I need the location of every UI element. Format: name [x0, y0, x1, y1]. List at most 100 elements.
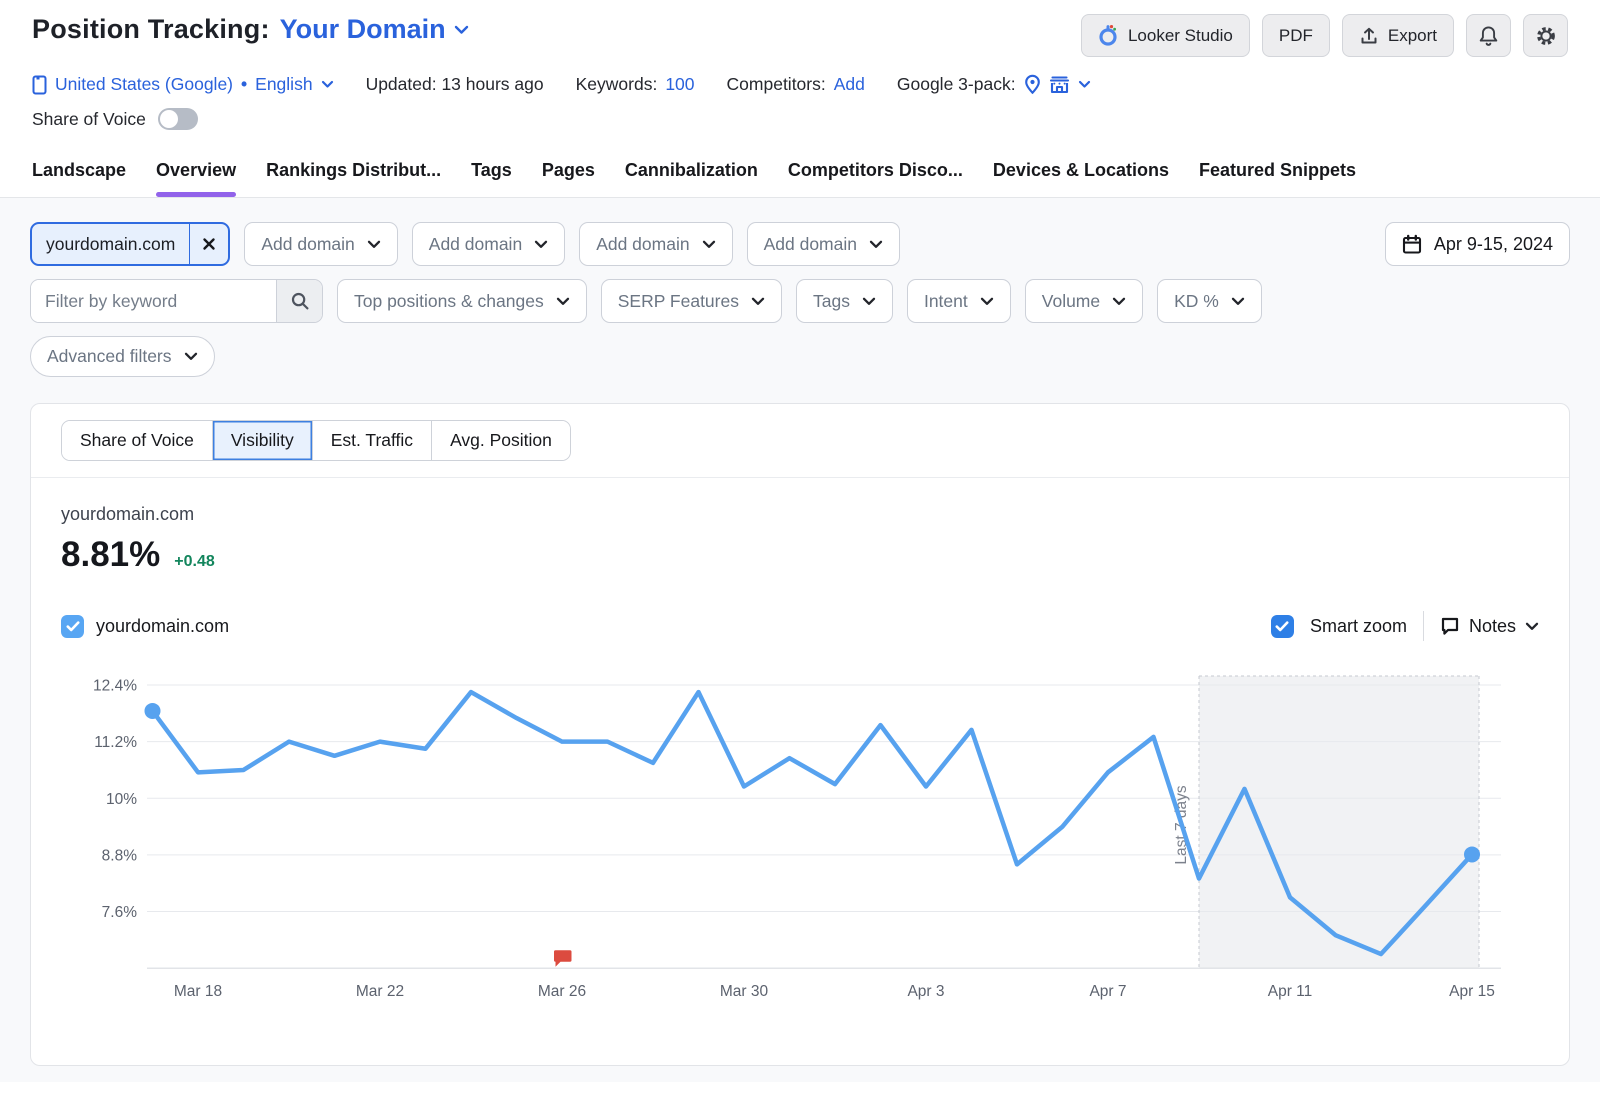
tab-pages[interactable]: Pages — [542, 154, 595, 197]
x-axis-tick-label: Apr 3 — [907, 983, 944, 1000]
close-icon — [202, 237, 216, 251]
project-selector[interactable]: Your Domain — [280, 14, 469, 45]
y-axis-tick-label: 10% — [106, 791, 137, 808]
smart-zoom-label: Smart zoom — [1310, 616, 1407, 637]
chevron-down-icon — [862, 297, 876, 306]
notifications-button[interactable] — [1466, 14, 1511, 57]
device-icon — [32, 75, 47, 95]
bell-icon — [1478, 25, 1499, 47]
volume-filter[interactable]: Volume — [1025, 279, 1143, 323]
chevron-down-icon — [556, 297, 570, 306]
add-domain-select-4[interactable]: Add domain — [747, 222, 900, 266]
tab-tags[interactable]: Tags — [471, 154, 512, 197]
add-competitors-link[interactable]: Add — [834, 74, 865, 95]
domain-chip[interactable]: yourdomain.com — [30, 222, 230, 266]
chevron-down-icon — [534, 240, 548, 249]
export-icon — [1359, 26, 1379, 46]
domain-filter-row: yourdomain.com Add domain Add domain Add… — [30, 222, 1570, 266]
visibility-card: Share of Voice Visibility Est. Traffic A… — [30, 403, 1570, 1066]
tab-overview[interactable]: Overview — [156, 154, 236, 197]
visibility-value: 8.81% — [61, 535, 160, 575]
notes-label: Notes — [1469, 616, 1516, 637]
x-axis-tick-label: Apr 7 — [1089, 983, 1126, 1000]
share-of-voice-toggle[interactable] — [158, 108, 198, 130]
overview-body: yourdomain.com Add domain Add domain Add… — [0, 198, 1600, 1082]
kd-filter[interactable]: KD % — [1157, 279, 1262, 323]
check-icon — [1275, 621, 1289, 632]
updated-status: Updated: 13 hours ago — [366, 74, 544, 95]
visibility-delta: +0.48 — [174, 553, 214, 571]
check-icon — [66, 621, 80, 632]
keyword-filter — [30, 279, 323, 323]
keyword-filter-input[interactable] — [31, 280, 276, 322]
metric-tab-visibility[interactable]: Visibility — [212, 421, 312, 460]
keywords-count-link[interactable]: 100 — [665, 74, 694, 95]
tab-landscape[interactable]: Landscape — [32, 154, 126, 197]
visibility-chart: 12.4%11.2%10%8.8%7.6%Mar 18Mar 22Mar 26M… — [61, 657, 1541, 1009]
top-positions-filter[interactable]: Top positions & changes — [337, 279, 587, 323]
project-name: Your Domain — [280, 14, 446, 45]
tab-featured-snippets[interactable]: Featured Snippets — [1199, 154, 1356, 197]
chevron-down-icon — [980, 297, 994, 306]
location-language-selector[interactable]: United States (Google) • English — [32, 74, 334, 95]
legend-domain-checkbox[interactable] — [61, 615, 84, 638]
add-domain-select-2[interactable]: Add domain — [412, 222, 565, 266]
legend-domain-item: yourdomain.com — [61, 615, 229, 638]
x-axis-tick-label: Apr 15 — [1449, 983, 1495, 1000]
notes-dropdown[interactable]: Notes — [1440, 616, 1539, 637]
search-icon — [290, 291, 310, 311]
competitors-group: Competitors: Add — [727, 74, 865, 95]
metric-tab-est-traffic[interactable]: Est. Traffic — [312, 421, 431, 460]
chevron-down-icon — [869, 240, 883, 249]
gear-icon — [1535, 25, 1557, 47]
date-range-picker[interactable]: Apr 9-15, 2024 — [1385, 222, 1570, 266]
keywords-count: Keywords: 100 — [576, 74, 695, 95]
chevron-down-icon — [751, 297, 765, 306]
chevron-down-icon — [367, 240, 381, 249]
metric-tab-share-of-voice[interactable]: Share of Voice — [62, 421, 212, 460]
export-button[interactable]: Export — [1342, 14, 1454, 57]
date-range-label: Apr 9-15, 2024 — [1434, 234, 1553, 255]
share-of-voice-row: Share of Voice — [32, 108, 1568, 130]
note-flag-icon — [1440, 616, 1460, 636]
add-domain-select-3[interactable]: Add domain — [579, 222, 732, 266]
chevron-down-icon — [1078, 80, 1091, 89]
page-title: Position Tracking: — [32, 14, 270, 45]
tags-filter[interactable]: Tags — [796, 279, 893, 323]
report-tabs: Landscape Overview Rankings Distribut...… — [0, 154, 1600, 198]
tab-devices-locations[interactable]: Devices & Locations — [993, 154, 1169, 197]
note-flag-marker[interactable] — [554, 950, 572, 967]
google-3-pack-selector[interactable]: Google 3-pack: — [897, 74, 1091, 95]
add-domain-select-1[interactable]: Add domain — [244, 222, 397, 266]
advanced-filters-button[interactable]: Advanced filters — [30, 336, 215, 377]
remove-domain-button[interactable] — [189, 224, 228, 264]
map-pin-icon — [1024, 74, 1041, 95]
tab-cannibalization[interactable]: Cannibalization — [625, 154, 758, 197]
keyword-filter-row: Top positions & changes SERP Features Ta… — [30, 279, 1570, 323]
metric-domain-label: yourdomain.com — [61, 504, 1539, 525]
tab-rankings-distribution[interactable]: Rankings Distribut... — [266, 154, 441, 197]
data-point-dot — [145, 703, 161, 719]
chevron-down-icon — [184, 352, 198, 361]
intent-filter[interactable]: Intent — [907, 279, 1011, 323]
tab-competitors-discovery[interactable]: Competitors Disco... — [788, 154, 963, 197]
serp-features-filter[interactable]: SERP Features — [601, 279, 782, 323]
chevron-down-icon — [1525, 622, 1539, 631]
storefront-icon — [1049, 75, 1070, 95]
smart-zoom-checkbox[interactable] — [1271, 615, 1294, 638]
y-axis-tick-label: 11.2% — [94, 734, 137, 751]
keyword-search-button[interactable] — [276, 280, 322, 322]
metric-tab-avg-position[interactable]: Avg. Position — [431, 421, 570, 460]
settings-button[interactable] — [1523, 14, 1568, 57]
data-point-dot — [1464, 846, 1480, 862]
pdf-button[interactable]: PDF — [1262, 14, 1330, 57]
y-axis-tick-label: 7.6% — [102, 904, 138, 921]
chevron-down-icon — [321, 80, 334, 89]
metric-summary: yourdomain.com 8.81% +0.48 — [31, 478, 1569, 575]
chevron-down-icon — [1231, 297, 1245, 306]
domain-chip-label: yourdomain.com — [32, 224, 189, 264]
looker-studio-icon — [1098, 24, 1119, 47]
looker-studio-button[interactable]: Looker Studio — [1081, 14, 1250, 57]
last-7-days-region — [1199, 676, 1479, 968]
divider — [1423, 611, 1424, 641]
